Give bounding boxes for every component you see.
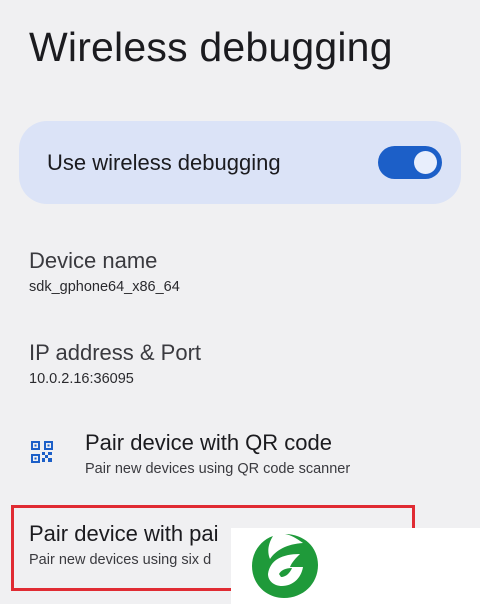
green-leaf-logo-icon	[252, 534, 318, 598]
page-title: Wireless debugging	[29, 24, 393, 70]
wireless-debugging-screen: Wireless debugging Use wireless debuggin…	[0, 0, 480, 604]
pair-qr-title: Pair device with QR code	[85, 430, 332, 455]
use-wireless-debugging-switch-row[interactable]: Use wireless debugging	[19, 121, 461, 204]
pair-qr-summary: Pair new devices using QR code scanner	[85, 461, 351, 477]
toggle-thumb	[414, 151, 437, 174]
device-name-preference[interactable]: Device name sdk_gphone64_x86_64	[0, 238, 480, 304]
ip-address-value: 10.0.2.16:36095	[29, 371, 134, 387]
pair-with-qr-code-preference[interactable]: Pair device with QR code Pair new device…	[0, 420, 480, 494]
use-wireless-debugging-toggle[interactable]	[378, 146, 442, 179]
ip-address-preference[interactable]: IP address & Port 10.0.2.16:36095	[0, 330, 480, 396]
pair-code-title: Pair device with pai	[29, 521, 219, 546]
ip-address-title: IP address & Port	[29, 340, 202, 365]
device-name-title: Device name	[29, 248, 158, 273]
use-wireless-debugging-label: Use wireless debugging	[47, 150, 281, 175]
device-name-value: sdk_gphone64_x86_64	[29, 279, 180, 295]
qr-code-scanner-icon	[31, 441, 53, 463]
pair-code-summary: Pair new devices using six d	[29, 552, 212, 568]
watermark-overlay	[231, 528, 480, 604]
